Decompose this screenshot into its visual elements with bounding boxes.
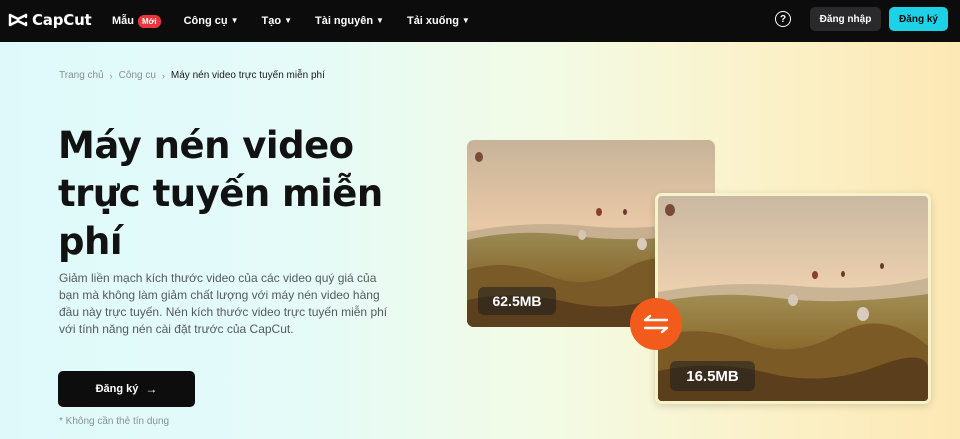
menu-item-label: Tải xuống <box>406 15 459 27</box>
capcut-logo[interactable]: CapCut <box>8 10 92 30</box>
no-credit-card-note: * Không cần thẻ tín dụng <box>59 416 170 427</box>
menu-item-label: Mẫu <box>112 15 134 27</box>
original-size-label: 62.5MB <box>478 287 556 315</box>
main-menu: Mẫu Mới Công cụ ▼ Tạo ▼ Tài nguyên ▼ Tải… <box>112 0 493 42</box>
menu-item-resources[interactable]: Tài nguyên ▼ <box>315 15 384 27</box>
breadcrumb: Trang chủ › Công cụ › Máy nén video trực… <box>59 70 325 81</box>
help-icon[interactable]: ? <box>775 11 791 27</box>
menu-item-label: Tạo <box>261 15 282 27</box>
chevron-down-icon: ▼ <box>230 16 239 25</box>
signup-button[interactable]: Đăng ký <box>889 7 948 31</box>
arrow-right-icon: → <box>145 382 158 396</box>
chevron-down-icon: ▼ <box>284 16 292 25</box>
signup-cta-button[interactable]: Đăng ký → <box>58 371 195 407</box>
cta-label: Đăng ký <box>95 383 139 395</box>
brand-name: CapCut <box>32 11 92 29</box>
chevron-down-icon: ▼ <box>376 16 384 25</box>
menu-item-tools[interactable]: Công cụ ▼ <box>184 15 239 27</box>
menu-item-create[interactable]: Tạo ▼ <box>262 15 292 27</box>
menu-item-label: Tài nguyên <box>314 15 374 27</box>
new-badge: Mới <box>138 14 161 28</box>
login-button[interactable]: Đăng nhập <box>810 7 881 31</box>
compressed-size-label: 16.5MB <box>670 361 755 391</box>
chevron-right-icon: › <box>161 70 165 81</box>
top-navbar: CapCut Mẫu Mới Công cụ ▼ Tạo ▼ Tài nguyê… <box>0 0 960 42</box>
chevron-down-icon: ▼ <box>461 16 470 25</box>
capcut-logo-icon <box>8 13 28 27</box>
page-title: Máy nén video trực tuyến miễn phí <box>58 124 383 263</box>
menu-item-label: Công cụ <box>183 15 228 27</box>
chevron-right-icon: › <box>109 70 113 81</box>
menu-item-downloads[interactable]: Tải xuống ▼ <box>407 15 470 27</box>
breadcrumb-current: Máy nén video trực tuyến miễn phí <box>170 70 325 81</box>
breadcrumb-home[interactable]: Trang chủ <box>59 70 104 81</box>
breadcrumb-tools[interactable]: Công cụ <box>119 70 156 81</box>
hero-description: Giảm liền mạch kích thước video của các … <box>59 271 388 336</box>
menu-item-templates[interactable]: Mẫu Mới <box>112 14 161 28</box>
compress-swap-icon <box>630 298 682 350</box>
